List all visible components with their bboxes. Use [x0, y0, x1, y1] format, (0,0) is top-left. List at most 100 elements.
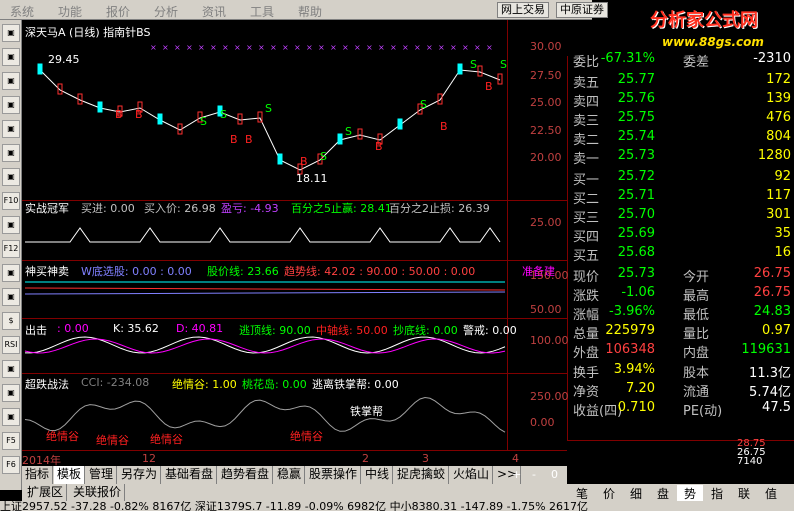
stat-row-value2: 119631 [741, 342, 791, 357]
ask-row-value: 25.73 [617, 148, 655, 163]
template-tab[interactable]: 稳赢 [274, 466, 306, 484]
stat-row-label: 现价 [573, 270, 600, 285]
broker-button[interactable]: 中原证券 [556, 2, 608, 18]
zoom-plus-button[interactable]: + [512, 468, 521, 481]
panel-axis-tick: 100.00 [530, 334, 569, 347]
buy-mark: B [300, 155, 308, 168]
price-tick: 22.50 [530, 124, 562, 137]
cci-line [24, 396, 506, 433]
panel-item: 抄底线: 0.00 [393, 324, 458, 337]
panel-item: D: 40.81 [176, 322, 224, 335]
x-mark: × [426, 43, 433, 52]
panel-item: 百分之2止损: 26.39 [389, 202, 490, 215]
stat2-row: 换手 3.94% 股本 11.3亿 [568, 362, 794, 381]
x-mark: × [210, 43, 217, 52]
candle [477, 65, 483, 77]
bid-row-label: 买三 [573, 211, 600, 226]
x-mark: × [198, 43, 205, 52]
date-tick: 3 [422, 452, 429, 465]
ask-row: 卖二 25.74 804 [568, 129, 794, 148]
right-tab[interactable]: 指 [704, 485, 730, 502]
template-tab[interactable]: 另存为 [118, 466, 162, 484]
bid-row: 买四 25.69 35 [568, 226, 794, 245]
mini-chart[interactable]: 日线28.7526.757140 [532, 438, 794, 467]
x-mark: × [378, 43, 385, 52]
stat2-row-label2: 流通 [683, 385, 710, 400]
template-tab[interactable]: 管理 [86, 466, 118, 484]
webi-row: 委比 -67.31% 委差 -2310 [568, 51, 794, 70]
stat2-row-value2: 11.3亿 [749, 366, 791, 381]
ask-row: 卖四 25.76 139 [568, 91, 794, 110]
stat-row-value: 106348 [605, 342, 655, 357]
stat2-row: 净资 7.20 流通 5.74亿 [568, 381, 794, 400]
panel-item: 股价线: 23.66 [207, 265, 279, 278]
ask-row-value2: 172 [766, 72, 791, 87]
x-mark: × [234, 43, 241, 52]
bid-row-label: 买四 [573, 230, 600, 245]
stat-row-value2: 24.83 [753, 304, 791, 319]
online-trade-button[interactable]: 网上交易 [497, 2, 549, 18]
stat2-row-value: 3.94% [613, 362, 655, 377]
market-index-text: 上证2957.52 -37.28 -0.82% 8167亿 深证1379S.7 … [0, 501, 589, 511]
template-tab[interactable]: 趋势看盘 [218, 466, 274, 484]
right-tabs: 笔价细盘势指联值 [567, 484, 794, 502]
template-tab[interactable]: 基础看盘 [162, 466, 218, 484]
template-tab[interactable]: 中线 [362, 466, 394, 484]
ext-tab[interactable]: 关联报价 [70, 484, 126, 502]
zoom-zero-button[interactable]: 0 [551, 468, 558, 481]
right-tab[interactable]: 价 [596, 485, 622, 502]
x-mark: × [282, 43, 289, 52]
ext-tab[interactable]: 扩展区 [24, 484, 68, 502]
panel-item: CCI: -234.08 [81, 376, 150, 389]
stat-row-value2: 0.97 [762, 323, 791, 338]
jueqinggu-note: 绝情谷 [290, 430, 323, 443]
stat-row-label2: 最低 [683, 308, 710, 323]
bid-row-value: 25.72 [617, 169, 655, 184]
panel-axis-tick: 0.00 [530, 416, 555, 429]
bid-row-value: 25.68 [617, 245, 655, 260]
sell-mark: S [220, 108, 227, 121]
stat-row-value2: 26.75 [753, 285, 791, 300]
candle [457, 63, 463, 75]
webi-row-label2: 委差 [683, 55, 710, 70]
x-mark: × [414, 43, 421, 52]
panel-item: 中轴线: 50.00 [316, 324, 388, 337]
x-mark: × [450, 43, 457, 52]
panel-title-p3: 出击 [25, 324, 47, 337]
stat-row: 涨跌 -1.06 最高 26.75 [568, 285, 794, 304]
high-mark: 29.45 [48, 53, 80, 66]
ask-row: 卖五 25.77 172 [568, 72, 794, 91]
template-tab[interactable]: 模板 [54, 466, 86, 484]
zoom-minus-button[interactable]: - [532, 468, 536, 481]
template-tab[interactable]: 股票操作 [306, 466, 362, 484]
candle [37, 63, 43, 75]
template-tab[interactable]: 指标 [22, 466, 54, 484]
right-tab[interactable]: 笔 [569, 485, 595, 502]
right-tab[interactable]: 盘 [650, 485, 676, 502]
buy-mark: B [485, 80, 493, 93]
x-mark: × [318, 43, 325, 52]
stat-row-label2: 最高 [683, 289, 710, 304]
stat-row: 外盘 106348 内盘 119631 [568, 342, 794, 361]
jueqinggu-note: 绝情谷 [96, 434, 129, 447]
template-tab[interactable]: 捉虎擒蛟 [394, 466, 450, 484]
right-tab[interactable]: 细 [623, 485, 649, 502]
stat-row-label: 涨跌 [573, 289, 600, 304]
stat-row: 涨幅 -3.96% 最低 24.83 [568, 304, 794, 323]
stat2-row-label: 收益(四) [573, 404, 623, 419]
x-mark: × [222, 43, 229, 52]
ask-row-value: 25.75 [617, 110, 655, 125]
right-tab[interactable]: 联 [731, 485, 757, 502]
x-mark: × [342, 43, 349, 52]
x-mark: × [294, 43, 301, 52]
stat2-row-label: 净资 [573, 385, 600, 400]
x-mark: × [162, 43, 169, 52]
ask-row-value2: 139 [766, 91, 791, 106]
bid-row: 买二 25.71 117 [568, 188, 794, 207]
right-tab[interactable]: 值 [758, 485, 784, 502]
stat-row: 现价 25.73 今开 26.75 [568, 266, 794, 285]
stat-row-label2: 量比 [683, 327, 710, 342]
bid-row-label: 买二 [573, 192, 600, 207]
right-tab[interactable]: 势 [677, 485, 703, 502]
template-tab[interactable]: 火焰山 [450, 466, 494, 484]
